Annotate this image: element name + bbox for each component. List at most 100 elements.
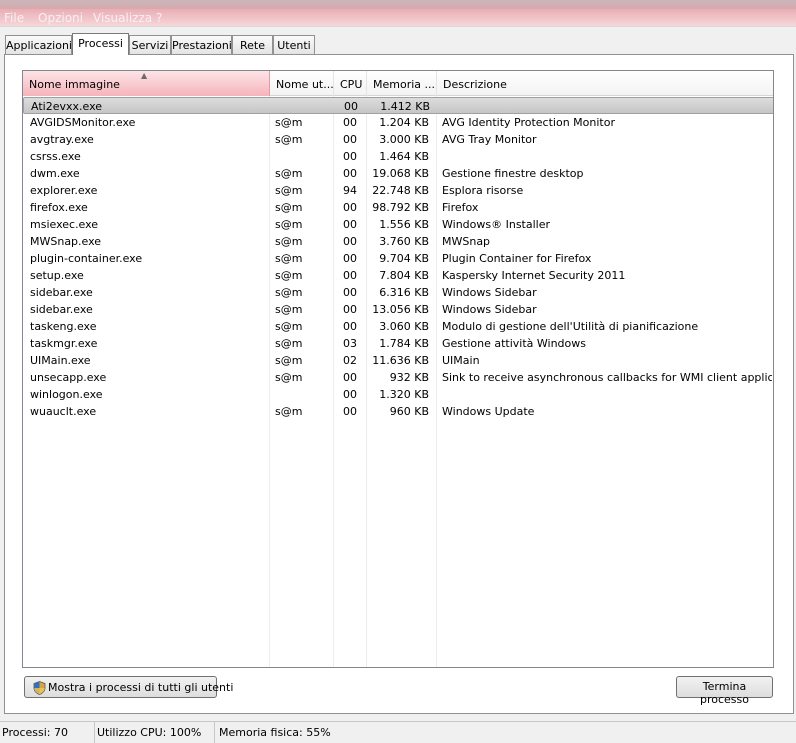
column-header-user[interactable]: Nome ut... (270, 71, 334, 96)
table-row[interactable]: plugin-container.exe s@m 00 9.704 KB Plugin … (23, 250, 773, 267)
process-name-cell: sidebar.exe (30, 286, 93, 299)
user-name-cell: s@m (275, 201, 303, 214)
process-name-cell: taskeng.exe (30, 320, 97, 333)
table-row[interactable]: msiexec.exe s@m 00 1.556 KB Windows® Install… (23, 216, 773, 233)
menu-bar: File Opzioni Visualizza ? (0, 9, 796, 27)
status-physical-memory: Memoria fisica: 55% (219, 726, 331, 739)
memory-cell: 22.748 KB (372, 184, 429, 197)
table-row[interactable]: setup.exe s@m 00 7.804 KB Kaspersky Internet… (23, 267, 773, 284)
memory-cell: 3.060 KB (379, 320, 429, 333)
user-name-cell: s@m (275, 320, 303, 333)
user-name-cell: s@m (275, 371, 303, 384)
column-header-description[interactable]: Descrizione (437, 71, 773, 96)
menu-help[interactable]: ? (156, 11, 162, 25)
user-name-cell: s@m (275, 252, 303, 265)
table-row[interactable]: wuauclt.exe s@m 00 960 KB Windows Update (23, 403, 773, 420)
tab-users[interactable]: Utenti (273, 35, 315, 54)
process-name-cell: explorer.exe (30, 184, 98, 197)
memory-cell: 3.760 KB (379, 235, 429, 248)
cpu-cell: 00 (343, 269, 357, 282)
process-rows: Ati2evxx.exe 00 1.412 KB AVGIDSMonitor.exe s… (23, 97, 773, 420)
table-row[interactable]: AVGIDSMonitor.exe s@m 00 1.204 KB AVG Identi… (23, 114, 773, 131)
table-row[interactable]: avgtray.exe s@m 00 3.000 KB AVG Tray Monitor (23, 131, 773, 148)
user-name-cell: s@m (275, 184, 303, 197)
cpu-cell: 00 (343, 371, 357, 384)
user-name-cell: s@m (275, 286, 303, 299)
process-name-cell: csrss.exe (30, 150, 81, 163)
cpu-cell: 00 (343, 303, 357, 316)
uac-shield-icon (33, 681, 46, 695)
memory-cell: 1.204 KB (379, 116, 429, 129)
process-list[interactable]: ▲ Nome immagine Nome ut... CPU Memoria .… (22, 70, 774, 668)
description-cell: Esplora risorse (442, 184, 524, 197)
user-name-cell: s@m (275, 235, 303, 248)
memory-cell: 1.412 KB (380, 100, 430, 113)
description-cell: Firefox (442, 201, 479, 214)
memory-cell: 3.000 KB (379, 133, 429, 146)
column-header: ▲ Nome immagine Nome ut... CPU Memoria .… (23, 71, 773, 96)
memory-cell: 9.704 KB (379, 252, 429, 265)
memory-cell: 19.068 KB (372, 167, 429, 180)
process-name-cell: firefox.exe (30, 201, 88, 214)
memory-cell: 1.320 KB (379, 388, 429, 401)
process-name-cell: sidebar.exe (30, 303, 93, 316)
process-name-cell: taskmgr.exe (30, 337, 98, 350)
memory-cell: 1.464 KB (379, 150, 429, 163)
table-row[interactable]: taskeng.exe s@m 00 3.060 KB Modulo di gestio… (23, 318, 773, 335)
show-all-processes-label: Mostra i processi di tutti gli utenti (48, 681, 234, 694)
memory-cell: 6.316 KB (379, 286, 429, 299)
tab-network[interactable]: Rete (232, 35, 273, 54)
table-row[interactable]: dwm.exe s@m 00 19.068 KB Gestione finestre d… (23, 165, 773, 182)
user-name-cell: s@m (275, 405, 303, 418)
process-name-cell: plugin-container.exe (30, 252, 143, 265)
table-row[interactable]: taskmgr.exe s@m 03 1.784 KB Gestione attivit… (23, 335, 773, 352)
user-name-cell: s@m (275, 337, 303, 350)
show-all-processes-button[interactable]: Mostra i processi di tutti gli utenti (24, 676, 233, 698)
memory-cell: 932 KB (389, 371, 429, 384)
description-cell: Windows Update (442, 405, 535, 418)
memory-cell: 13.056 KB (372, 303, 429, 316)
menu-view[interactable]: Visualizza (93, 11, 152, 25)
table-row[interactable]: firefox.exe s@m 00 98.792 KB Firefox (23, 199, 773, 216)
tab-services[interactable]: Servizi (129, 35, 171, 54)
column-header-memory[interactable]: Memoria ... (367, 71, 437, 96)
end-process-button[interactable]: Termina processo (676, 676, 773, 706)
cpu-cell: 00 (343, 218, 357, 231)
description-cell: Gestione finestre desktop (442, 167, 584, 180)
table-row[interactable]: winlogon.exe 00 1.320 KB (23, 386, 773, 403)
menu-file[interactable]: File (4, 11, 24, 25)
table-row[interactable]: MWSnap.exe s@m 00 3.760 KB MWSnap (23, 233, 773, 250)
process-name-cell: avgtray.exe (30, 133, 94, 146)
description-cell: Windows Sidebar (442, 286, 537, 299)
tab-processes[interactable]: Processi (72, 33, 129, 55)
cpu-cell: 00 (343, 235, 357, 248)
memory-cell: 1.556 KB (379, 218, 429, 231)
process-name-cell: AVGIDSMonitor.exe (30, 116, 136, 129)
user-name-cell: s@m (275, 133, 303, 146)
process-name-cell: winlogon.exe (30, 388, 103, 401)
table-row[interactable]: explorer.exe s@m 94 22.748 KB Esplora risors… (23, 182, 773, 199)
table-row[interactable]: sidebar.exe s@m 00 6.316 KB Windows Sidebar (23, 284, 773, 301)
table-row[interactable]: unsecapp.exe s@m 00 932 KB Sink to receive a… (23, 369, 773, 386)
cpu-cell: 00 (344, 100, 358, 113)
memory-cell: 98.792 KB (372, 201, 429, 214)
cpu-cell: 00 (343, 201, 357, 214)
tab-applications[interactable]: Applicazioni (5, 35, 72, 54)
description-cell: Kaspersky Internet Security 2011 (442, 269, 626, 282)
table-row[interactable]: Ati2evxx.exe 00 1.412 KB (23, 97, 773, 114)
cpu-cell: 00 (343, 252, 357, 265)
process-name-cell: wuauclt.exe (30, 405, 97, 418)
process-name-cell: dwm.exe (30, 167, 80, 180)
table-row[interactable]: csrss.exe 00 1.464 KB (23, 148, 773, 165)
column-header-image-name[interactable]: ▲ Nome immagine (23, 71, 270, 96)
status-cpu-usage: Utilizzo CPU: 100% (95, 722, 215, 743)
menu-options[interactable]: Opzioni (38, 11, 83, 25)
process-name-cell: msiexec.exe (30, 218, 99, 231)
status-bar: Processi: 70 Utilizzo CPU: 100% Memoria … (0, 721, 796, 743)
column-header-cpu[interactable]: CPU (334, 71, 367, 96)
description-cell: AVG Identity Protection Monitor (442, 116, 615, 129)
memory-cell: 11.636 KB (372, 354, 429, 367)
table-row[interactable]: sidebar.exe s@m 00 13.056 KB Windows Sidebar (23, 301, 773, 318)
table-row[interactable]: UIMain.exe s@m 02 11.636 KB UIMain (23, 352, 773, 369)
tab-performance[interactable]: Prestazioni (171, 35, 232, 54)
